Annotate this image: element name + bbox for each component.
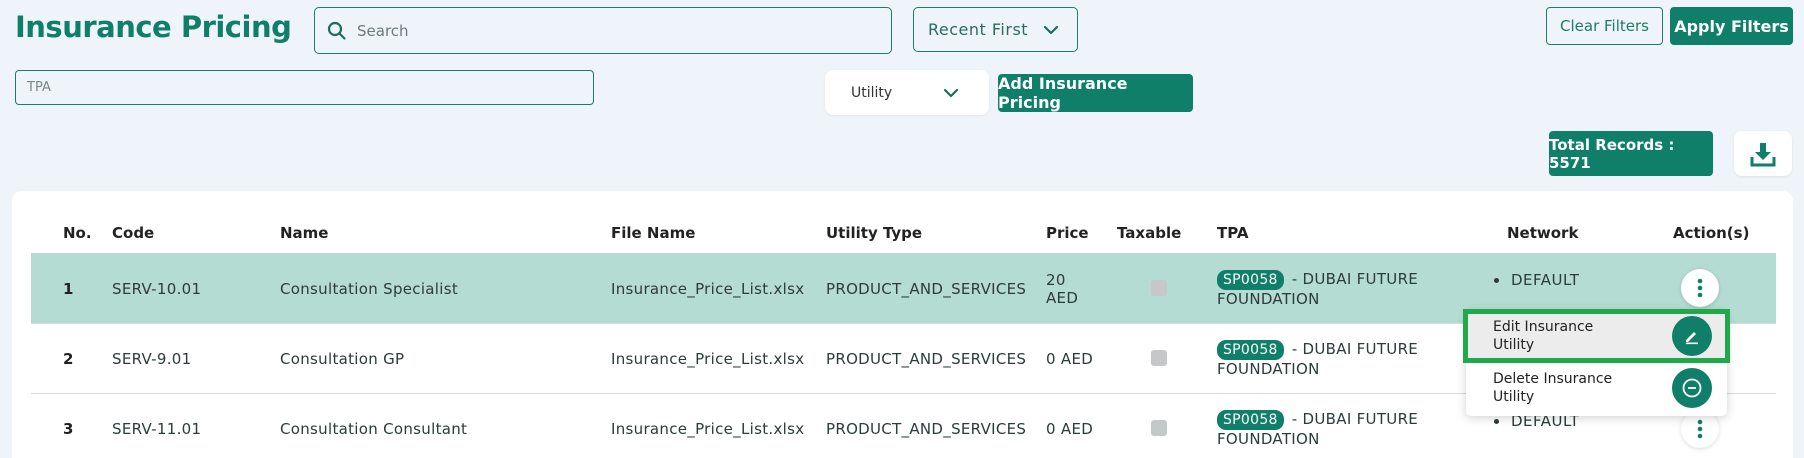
header-taxable: Taxable	[1117, 224, 1182, 242]
search-icon	[327, 21, 346, 40]
row-price: 0 AED	[1046, 350, 1094, 368]
download-button[interactable]	[1734, 131, 1792, 176]
utility-select-value: Utility	[851, 84, 893, 101]
page-title: Insurance Pricing	[15, 10, 292, 44]
chevron-down-icon	[943, 88, 959, 97]
row-code: SERV-11.01	[112, 420, 202, 438]
header-actions: Action(s)	[1673, 224, 1750, 242]
row-utility-type: PRODUCT_AND_SERVICES	[826, 280, 1027, 298]
row-tpa: SP0058- DUBAI FUTURE FOUNDATION	[1217, 340, 1447, 378]
row-actions-button[interactable]	[1681, 269, 1719, 307]
taxable-checkbox[interactable]	[1151, 280, 1167, 296]
header-code: Code	[112, 224, 155, 242]
clear-filters-button[interactable]: Clear Filters	[1546, 7, 1663, 45]
sort-select-value: Recent First	[928, 20, 1029, 39]
add-insurance-pricing-button[interactable]: Add Insurance Pricing	[998, 74, 1193, 112]
taxable-checkbox[interactable]	[1151, 350, 1167, 366]
row-number: 1	[63, 280, 74, 298]
remove-circle-icon	[1672, 368, 1712, 408]
row-name: Consultation Specialist	[280, 280, 459, 298]
row-action-menu: Edit Insurance Utility Delete Insurance …	[1463, 309, 1730, 416]
total-records-badge: Total Records : 5571	[1549, 131, 1713, 176]
search-input[interactable]	[357, 21, 857, 40]
header-utility-type: Utility Type	[826, 224, 923, 242]
kebab-menu-icon	[1697, 419, 1703, 439]
header-tpa: TPA	[1217, 224, 1249, 242]
apply-filters-button[interactable]: Apply Filters	[1670, 7, 1793, 45]
header-no: No.	[63, 224, 92, 242]
edit-insurance-utility-item[interactable]: Edit Insurance Utility	[1463, 309, 1730, 363]
row-name: Consultation GP	[280, 350, 405, 368]
header-name: Name	[280, 224, 329, 242]
row-file-name: Insurance_Price_List.xlsx	[611, 280, 805, 298]
delete-insurance-utility-label: Delete Insurance Utility	[1493, 371, 1613, 405]
tpa-code-badge: SP0058	[1217, 340, 1284, 360]
header-price: Price	[1046, 224, 1089, 242]
edit-insurance-utility-label: Edit Insurance Utility	[1493, 319, 1594, 353]
tpa-code-badge: SP0058	[1217, 410, 1284, 430]
row-name: Consultation Consultant	[280, 420, 468, 438]
edit-icon	[1672, 316, 1712, 356]
row-number: 2	[63, 350, 74, 368]
row-utility-type: PRODUCT_AND_SERVICES	[826, 420, 1027, 438]
row-price-currency: AED	[1046, 289, 1079, 307]
row-price: 0 AED	[1046, 420, 1094, 438]
delete-insurance-utility-item[interactable]: Delete Insurance Utility	[1466, 364, 1727, 412]
row-code: SERV-10.01	[112, 280, 202, 298]
row-tpa: SP0058- DUBAI FUTURE FOUNDATION	[1217, 270, 1447, 308]
search-box[interactable]	[314, 7, 892, 54]
tpa-filter[interactable]	[15, 70, 594, 105]
row-file-name: Insurance_Price_List.xlsx	[611, 420, 805, 438]
row-utility-type: PRODUCT_AND_SERVICES	[826, 350, 1027, 368]
row-code: SERV-9.01	[112, 350, 192, 368]
utility-select[interactable]: Utility	[825, 70, 989, 115]
tpa-input[interactable]	[27, 80, 567, 95]
chevron-down-icon	[1043, 25, 1059, 34]
row-file-name: Insurance_Price_List.xlsx	[611, 350, 805, 368]
download-icon	[1750, 142, 1776, 166]
row-tpa: SP0058- DUBAI FUTURE FOUNDATION	[1217, 410, 1447, 448]
header-file-name: File Name	[611, 224, 696, 242]
taxable-checkbox[interactable]	[1151, 420, 1167, 436]
row-network: DEFAULT	[1494, 271, 1579, 289]
header-network: Network	[1507, 224, 1579, 242]
tpa-code-badge: SP0058	[1217, 270, 1284, 290]
row-price-amount: 20	[1046, 271, 1066, 289]
kebab-menu-icon	[1697, 278, 1703, 298]
sort-select[interactable]: Recent First	[913, 7, 1078, 52]
row-number: 3	[63, 420, 74, 438]
row-price: 20 AED	[1046, 271, 1078, 307]
